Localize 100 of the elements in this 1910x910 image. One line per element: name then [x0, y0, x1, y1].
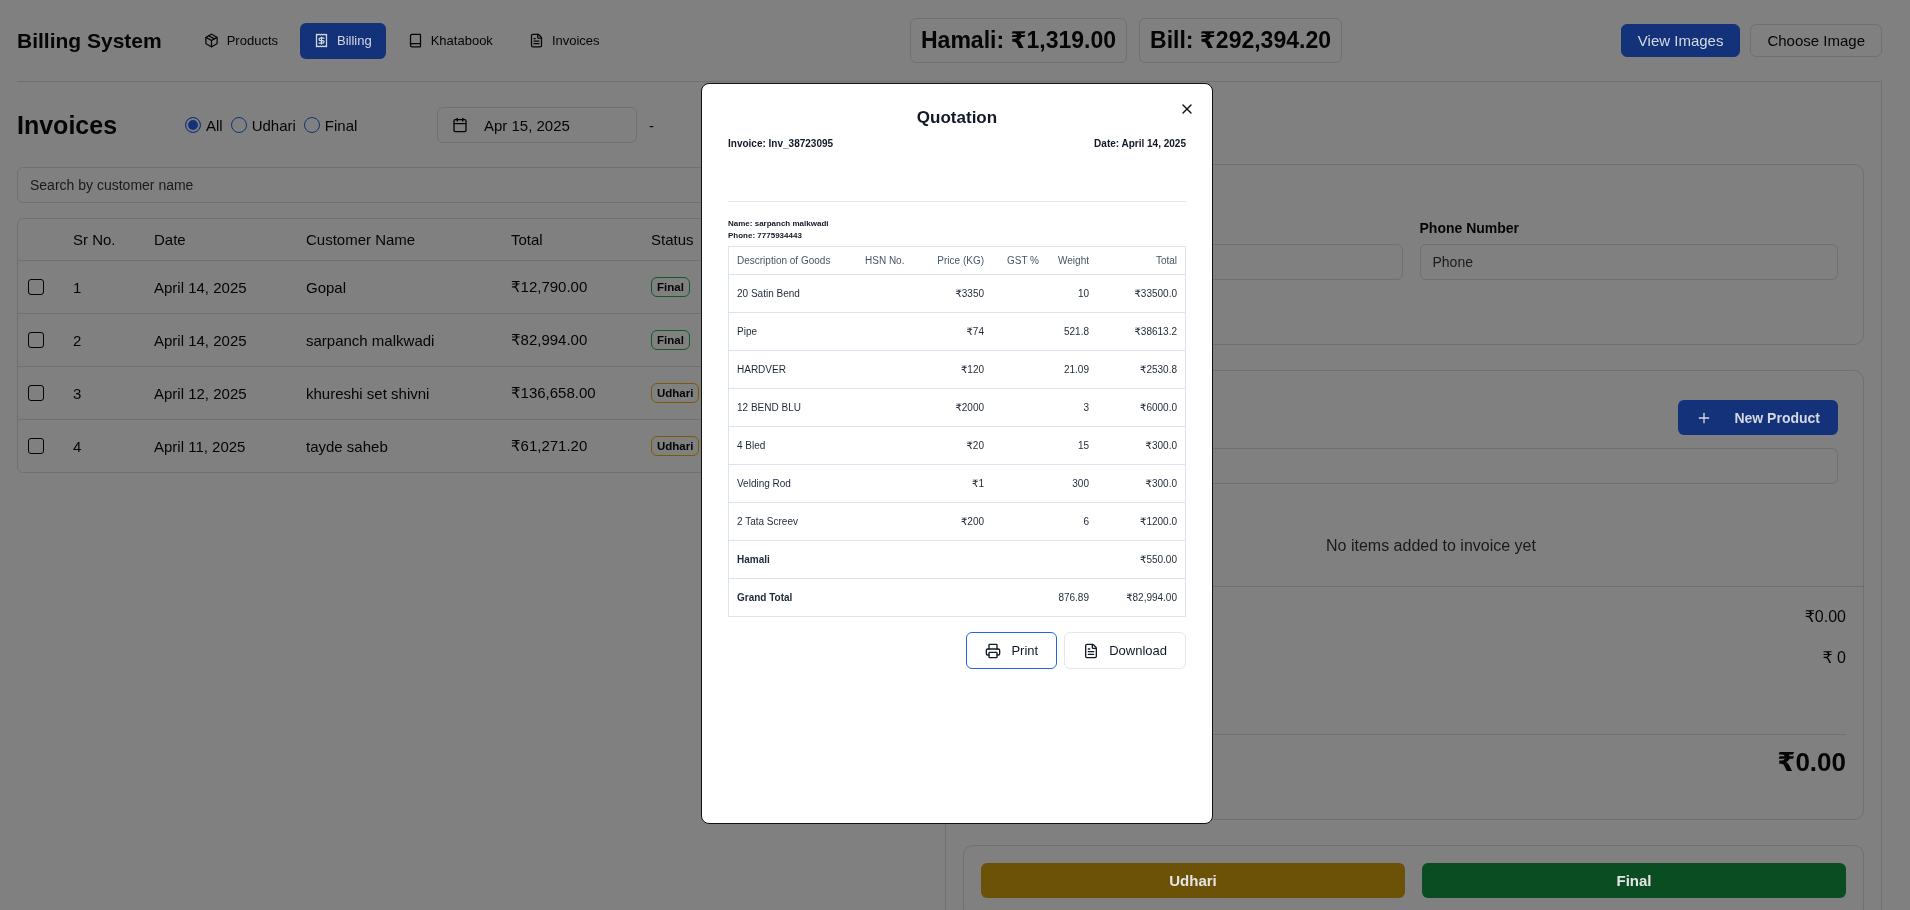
- table-cell-text: ₹2000: [954, 402, 985, 413]
- customer-name: Name: sarpanch malkwadi: [728, 218, 829, 230]
- table-cell-text: 4 Bled: [737, 440, 767, 451]
- calendar-icon: [452, 117, 468, 133]
- table-cell: April 12, 2025: [154, 384, 247, 402]
- table-cell-text: ₹2530.8: [1139, 364, 1177, 375]
- status-badge: Final: [651, 277, 690, 297]
- table-cell: tayde saheb: [306, 437, 388, 455]
- radio-label: Udhari: [251, 116, 296, 134]
- table-cell-text: 12 BEND BLU: [737, 402, 802, 413]
- status-badge: Udhari: [651, 436, 700, 456]
- empty-message: No items added to invoice yet: [1326, 537, 1536, 555]
- table-cell-text: ₹82,994.00: [1125, 592, 1177, 603]
- table-cell-text: 15: [1076, 440, 1089, 451]
- printer-icon: [985, 642, 1002, 659]
- radio-dot[interactable]: [303, 117, 320, 133]
- table-cell-text: ₹120: [959, 364, 985, 375]
- field-label: Phone Number: [1419, 220, 1521, 236]
- table-cell-text: 20 Satin Bend: [737, 288, 801, 299]
- status-button[interactable]: Udhari: [981, 863, 1405, 898]
- radio-dot[interactable]: [230, 117, 247, 133]
- table-cell-text: Hamali: [737, 554, 771, 565]
- radio-label: All: [206, 116, 223, 134]
- column-header: Sr No.: [73, 231, 116, 248]
- table-cell: sarpanch malkwadi: [306, 331, 435, 349]
- table-cell-text: 521.8: [1062, 326, 1089, 337]
- box-icon: [203, 33, 219, 48]
- table-cell-text: 3: [1082, 402, 1089, 413]
- summary-value: ₹ 0: [1822, 648, 1846, 668]
- table-cell: April 14, 2025: [154, 278, 247, 296]
- page-heading: Invoices: [17, 110, 119, 140]
- row-checkbox[interactable]: [28, 385, 44, 401]
- status-badge: Udhari: [651, 383, 700, 403]
- invoice-number: Invoice: Inv_38723095: [728, 138, 834, 149]
- table-cell: ₹82,994.00: [511, 331, 588, 349]
- table-cell: ₹61,271.20: [511, 437, 588, 455]
- table-cell: 3: [73, 384, 82, 402]
- new-product-button[interactable]: New Product: [1678, 400, 1838, 435]
- column-header: Total: [1154, 255, 1177, 266]
- radio-label: Final: [324, 116, 358, 134]
- table-cell-text: ₹200: [959, 516, 985, 527]
- table-cell-text: 2 Tata Screev: [737, 516, 799, 527]
- table-cell: Gopal: [306, 278, 347, 296]
- app-title: Billing System: [17, 28, 162, 53]
- row-checkbox[interactable]: [28, 438, 44, 454]
- column-header: Price (KG): [936, 255, 985, 266]
- customer-phone: Phone: 7775934443: [728, 230, 802, 242]
- table-cell: April 11, 2025: [154, 437, 246, 455]
- row-checkbox[interactable]: [28, 279, 44, 295]
- nav-tab[interactable]: Invoices: [514, 22, 614, 59]
- status-badge: Final: [651, 330, 690, 350]
- book-icon: [407, 33, 423, 48]
- dialog-button[interactable]: Download: [1064, 632, 1186, 669]
- table-cell-text: ₹3350: [954, 288, 985, 299]
- table-cell: 4: [73, 437, 82, 455]
- column-header: GST %: [1005, 255, 1039, 266]
- header-button[interactable]: Choose Image: [1750, 24, 1882, 57]
- phone-field[interactable]: Phone: [1419, 244, 1838, 280]
- table-cell-text: ₹74: [965, 326, 985, 337]
- column-header: Total: [511, 231, 543, 248]
- status-button[interactable]: Final: [1422, 863, 1846, 898]
- invoice-date: Date: April 14, 2025: [1094, 138, 1186, 149]
- stat-total: Bill: ₹292,394.20: [1139, 18, 1342, 63]
- date-separator: -: [649, 116, 654, 134]
- table-cell: ₹12,790.00: [511, 278, 588, 296]
- dialog-title: Quotation: [915, 108, 999, 128]
- table-cell-text: ₹6000.0: [1139, 402, 1177, 413]
- table-cell-text: 300: [1071, 478, 1089, 489]
- table-cell-text: Pipe: [737, 326, 758, 337]
- table-cell-text: ₹300.0: [1144, 440, 1177, 451]
- column-header: Weight: [1057, 255, 1089, 266]
- table-cell-text: ₹1: [971, 478, 985, 489]
- table-cell-text: Velding Rod: [737, 478, 792, 489]
- table-cell-text: 10: [1076, 288, 1089, 299]
- stat-total: Hamali: ₹1,319.00: [910, 18, 1127, 63]
- document-icon: [528, 33, 544, 48]
- column-header: HSN No.: [865, 255, 906, 266]
- nav-tab[interactable]: Billing: [300, 22, 386, 59]
- grand-total: ₹0.00: [1777, 747, 1846, 778]
- radio-dot[interactable]: [185, 117, 201, 133]
- table-cell: ₹136,658.00: [511, 384, 596, 402]
- header-button[interactable]: View Images: [1620, 24, 1741, 57]
- dialog-button[interactable]: Print: [966, 632, 1058, 669]
- date-field[interactable]: Apr 15, 2025: [437, 107, 637, 143]
- nav-tab[interactable]: Products: [189, 22, 292, 59]
- column-header: Status: [651, 231, 694, 248]
- table-cell-text: ₹33500.0: [1133, 288, 1177, 299]
- table-cell-text: HARDVER: [737, 364, 787, 375]
- row-checkbox[interactable]: [28, 332, 44, 348]
- document-icon: [1083, 642, 1100, 659]
- table-cell-text: 21.09: [1062, 364, 1089, 375]
- table-cell-text: Grand Total: [737, 592, 794, 603]
- table-cell-text: ₹38613.2: [1133, 326, 1177, 337]
- column-header: Description of Goods: [737, 255, 832, 266]
- table-cell-text: ₹300.0: [1144, 478, 1177, 489]
- nav-tab[interactable]: Khatabook: [393, 22, 507, 59]
- date-value: Apr 15, 2025: [484, 116, 570, 134]
- table-cell-text: ₹1200.0: [1139, 516, 1177, 527]
- column-header: Customer Name: [306, 231, 416, 248]
- table-cell-text: 876.89: [1057, 592, 1089, 603]
